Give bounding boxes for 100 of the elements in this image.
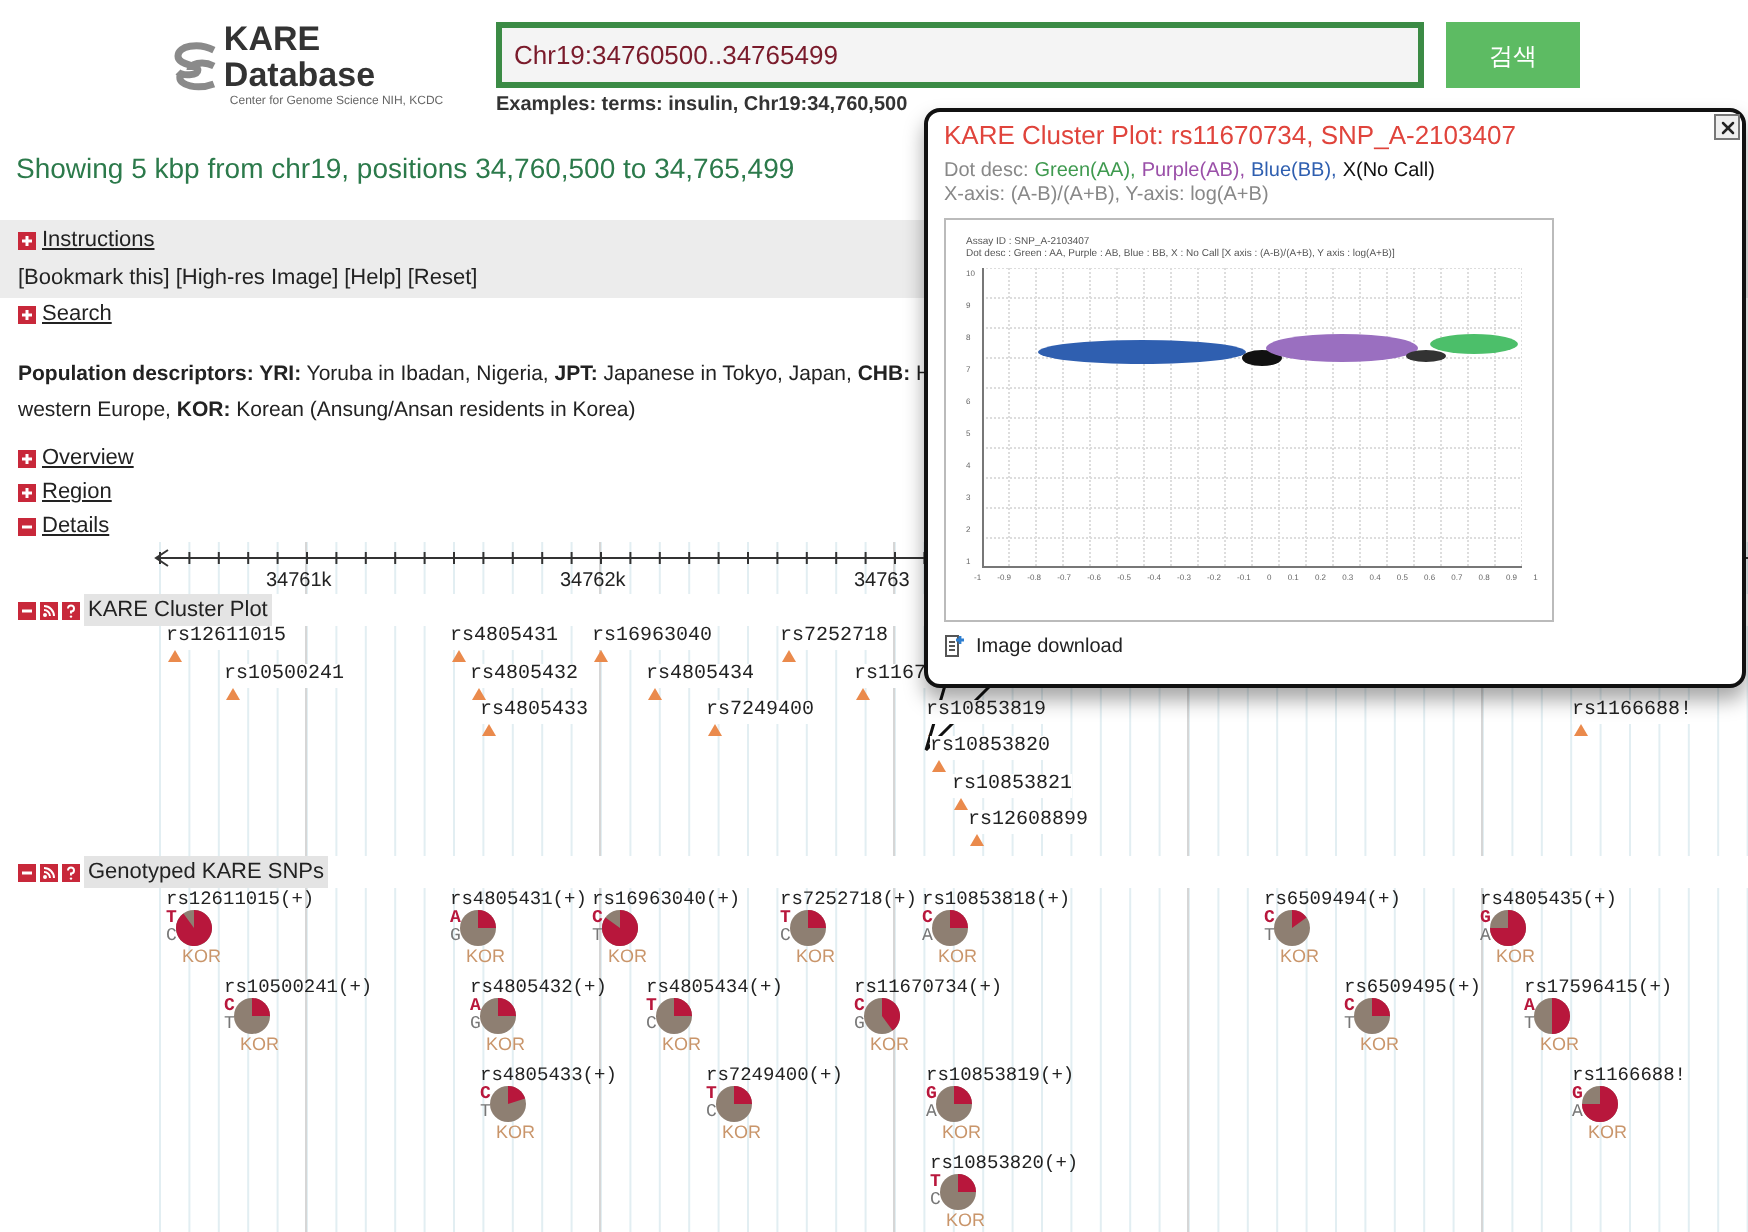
- snp-label[interactable]: rs11670734(+): [854, 976, 1003, 998]
- snp-label[interactable]: rs4805431: [450, 626, 559, 650]
- search-field[interactable]: Chr19:34760500..34765499: [496, 22, 1424, 88]
- close-icon: [1717, 117, 1737, 137]
- allele-label: T: [592, 928, 603, 946]
- toolbar-link[interactable]: [High-res Image]: [175, 261, 339, 294]
- snp-label[interactable]: rs10853821: [952, 774, 1073, 798]
- pie-chart: [176, 910, 213, 946]
- allele-label: A: [922, 928, 933, 946]
- allele-label: A: [470, 998, 481, 1016]
- help-icon[interactable]: [62, 601, 80, 619]
- population-label: KOR: [938, 946, 978, 966]
- population-label: KOR: [796, 946, 836, 966]
- population-label: KOR: [662, 1034, 702, 1054]
- allele-label: T: [1524, 1016, 1535, 1034]
- allele-label: C: [780, 928, 791, 946]
- image-download-button[interactable]: Image download: [944, 631, 1123, 661]
- section-link[interactable]: Region: [42, 478, 112, 508]
- snp-label[interactable]: rs6509495(+): [1344, 976, 1481, 998]
- allele-label: C: [922, 910, 933, 928]
- snp-label[interactable]: rs10500241(+): [224, 976, 373, 998]
- allele-label: C: [706, 1104, 717, 1122]
- snp-label[interactable]: rs10853818(+): [922, 888, 1071, 910]
- track-title: KARE Cluster Plot: [84, 593, 272, 627]
- pie-chart: [790, 910, 827, 946]
- pie-chart: [234, 998, 271, 1034]
- allele-label: G: [1480, 910, 1491, 928]
- search-link[interactable]: Search: [42, 298, 112, 331]
- feed-icon[interactable]: [40, 863, 58, 881]
- close-button[interactable]: [1714, 114, 1740, 140]
- allele-label: A: [1524, 998, 1535, 1016]
- snp-label[interactable]: rs12611015(+): [166, 888, 315, 910]
- snp-label[interactable]: rs4805431(+): [450, 888, 587, 910]
- population-label: KOR: [608, 946, 648, 966]
- toolbar-link[interactable]: [Bookmark this]: [18, 261, 170, 294]
- collapse-icon[interactable]: [18, 863, 36, 881]
- snp-label[interactable]: rs1166688!: [1572, 700, 1693, 724]
- allele-label: C: [592, 910, 603, 928]
- allele-label: C: [1344, 998, 1355, 1016]
- allele-label: A: [926, 1104, 937, 1122]
- section-link[interactable]: Details: [42, 512, 110, 542]
- allele-label: T: [1344, 1016, 1355, 1034]
- expand-icon[interactable]: [18, 450, 36, 468]
- snp-label[interactable]: rs10853820(+): [930, 1152, 1079, 1174]
- help-icon[interactable]: [62, 863, 80, 881]
- instructions-link[interactable]: Instructions: [42, 224, 155, 257]
- population-label: KOR: [486, 1034, 526, 1054]
- snp-label[interactable]: rs4805432: [470, 664, 579, 688]
- snp-label[interactable]: rs12608899: [968, 810, 1089, 834]
- snp-label[interactable]: rs7252718(+): [780, 888, 917, 910]
- allele-label: G: [470, 1016, 481, 1034]
- snp-label[interactable]: rs6509494(+): [1264, 888, 1401, 910]
- allele-label: G: [450, 928, 461, 946]
- ruler-label: 34762k: [560, 568, 626, 596]
- snp-label[interactable]: rs10500241: [224, 664, 345, 688]
- snp-label[interactable]: rs12611015: [166, 626, 287, 650]
- population-label: KOR: [466, 946, 506, 966]
- section-link[interactable]: Overview: [42, 444, 134, 474]
- snp-label[interactable]: rs4805433: [480, 700, 589, 724]
- allele-label: C: [930, 1192, 941, 1210]
- toolbar-link[interactable]: [Help]: [344, 261, 402, 294]
- pie-chart: [1354, 998, 1391, 1034]
- track-title: Genotyped KARE SNPs: [84, 855, 329, 889]
- legend-entry: Green(AA),: [1034, 159, 1136, 183]
- snp-label[interactable]: rs16963040: [592, 626, 713, 650]
- allele-label: C: [854, 998, 865, 1016]
- snp-label[interactable]: rs10853819(+): [926, 1064, 1075, 1086]
- snp-label[interactable]: rs7252718: [780, 626, 889, 650]
- allele-label: T: [780, 910, 791, 928]
- allele-label: C: [646, 1016, 657, 1034]
- snp-label[interactable]: rs4805433(+): [480, 1064, 617, 1086]
- expand-icon[interactable]: [18, 305, 36, 324]
- toolbar-link[interactable]: [Reset]: [407, 261, 478, 294]
- population-label: KOR: [496, 1122, 536, 1142]
- pie-chart: [1274, 910, 1311, 946]
- snp-label[interactable]: rs4805434: [646, 664, 755, 688]
- snp-label[interactable]: rs10853820: [930, 736, 1051, 760]
- population-label: KOR: [1540, 1034, 1580, 1054]
- snp-label[interactable]: rs16963040(+): [592, 888, 741, 910]
- pie-chart: [936, 1086, 973, 1122]
- expand-icon[interactable]: [18, 231, 36, 250]
- snp-label[interactable]: rs10853819: [926, 700, 1047, 724]
- snp-label[interactable]: rs17596415(+): [1524, 976, 1673, 998]
- snp-label[interactable]: rs1166688!: [1572, 1064, 1687, 1086]
- snp-label[interactable]: rs4805432(+): [470, 976, 607, 998]
- collapse-icon[interactable]: [18, 601, 36, 619]
- allele-label: A: [1480, 928, 1491, 946]
- snp-label[interactable]: rs7249400(+): [706, 1064, 843, 1086]
- allele-label: T: [930, 1174, 941, 1192]
- snp-label[interactable]: rs4805435(+): [1480, 888, 1617, 910]
- expand-icon[interactable]: [18, 484, 36, 502]
- snp-label[interactable]: rs1167: [854, 664, 927, 688]
- axes-description: X-axis: (A-B)/(A+B), Y-axis: log(A+B): [944, 183, 1269, 207]
- population-label: KOR: [1360, 1034, 1400, 1054]
- population-label: KOR: [240, 1034, 280, 1054]
- snp-label[interactable]: rs7249400: [706, 700, 815, 724]
- page-heading: Showing 5 kbp from chr19, positions 34,760,500 to 34,765,499: [16, 150, 795, 188]
- collapse-icon[interactable]: [18, 518, 36, 536]
- feed-icon[interactable]: [40, 601, 58, 619]
- snp-label[interactable]: rs4805434(+): [646, 976, 783, 998]
